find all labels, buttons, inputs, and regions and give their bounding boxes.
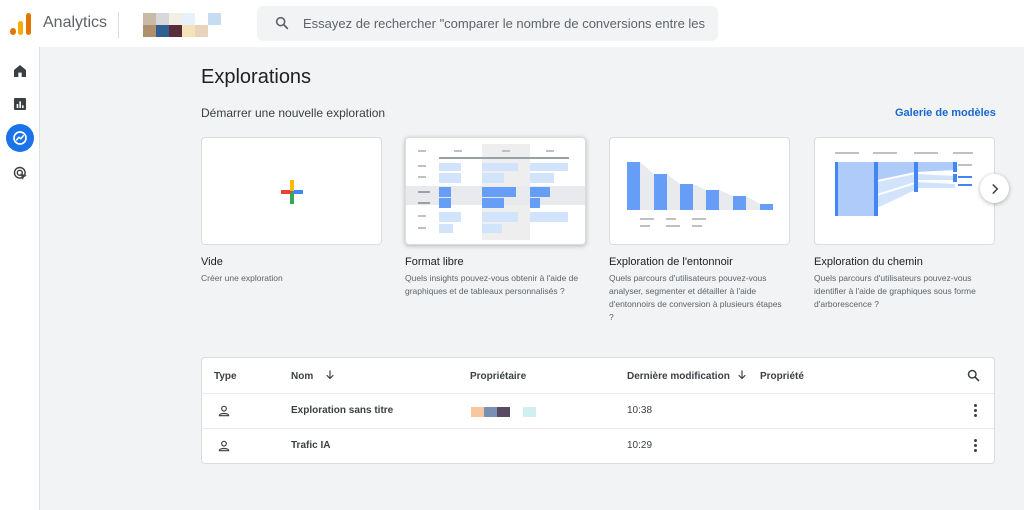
more-vert-icon[interactable]	[973, 439, 979, 453]
account-selector[interactable]	[143, 13, 225, 37]
template-title: Exploration de l'entonnoir	[609, 256, 733, 268]
search-input[interactable]: Essayez de rechercher "comparer le nombr…	[303, 16, 708, 31]
template-card-funnel[interactable]	[609, 137, 790, 245]
template-gallery-link[interactable]: Galerie de modèles	[895, 107, 996, 119]
template-title: Vide	[201, 256, 223, 268]
person-icon	[218, 440, 230, 452]
last-modified: 10:29	[627, 440, 653, 451]
advertising-icon	[13, 166, 27, 180]
exploration-name[interactable]: Trafic IA	[291, 440, 330, 451]
table-row[interactable]: Exploration sans titre 10:38	[202, 393, 994, 428]
carousel-next-button[interactable]	[980, 174, 1009, 203]
tree-graph-icon	[835, 152, 973, 216]
table-preview-icon	[406, 144, 585, 240]
template-card-free-form[interactable]	[405, 137, 586, 245]
column-header-property[interactable]: Propriété	[760, 371, 804, 382]
section-title: Démarrer une nouvelle exploration	[201, 106, 386, 120]
reports-icon	[14, 98, 26, 110]
nav-advertising-button[interactable]	[6, 159, 34, 187]
explore-icon	[13, 131, 27, 145]
explorations-table: Type Nom Propriétaire Dernière modificat…	[201, 357, 995, 464]
chevron-right-icon	[991, 183, 998, 194]
column-header-last-modified[interactable]: Dernière modification	[627, 371, 730, 382]
left-nav-rail	[0, 47, 40, 510]
sort-arrow-down-icon[interactable]	[324, 369, 336, 381]
person-icon	[218, 405, 230, 417]
last-modified: 10:38	[627, 405, 653, 416]
nav-home-button[interactable]	[6, 57, 34, 85]
home-icon	[14, 65, 26, 77]
template-description: Créer une exploration	[201, 273, 283, 283]
template-description: Quels insights pouvez-vous obtenir à l'a…	[405, 273, 579, 296]
template-card-blank[interactable]	[201, 137, 382, 245]
column-header-name[interactable]: Nom	[291, 371, 313, 382]
more-vert-icon[interactable]	[973, 404, 979, 418]
exploration-name[interactable]: Exploration sans titre	[291, 405, 393, 416]
template-title: Format libre	[405, 256, 464, 268]
column-header-type[interactable]: Type	[214, 371, 237, 382]
funnel-chart-icon	[627, 162, 773, 227]
app-name: Analytics	[43, 14, 108, 31]
nav-explore-button[interactable]	[6, 124, 34, 152]
plus-icon	[281, 180, 303, 204]
search-icon	[275, 16, 289, 30]
table-row[interactable]: Trafic IA 10:29	[202, 428, 994, 463]
search-bar[interactable]: Essayez de rechercher "comparer le nombr…	[257, 6, 718, 41]
top-bar: Analytics Essayez de rechercher "compare…	[0, 0, 1024, 47]
analytics-logo-icon[interactable]	[10, 13, 32, 35]
template-description: Quels parcours d'utilisateurs pouvez-vou…	[609, 273, 782, 322]
owner-avatar-redacted	[471, 407, 537, 417]
template-description: Quels parcours d'utilisateurs pouvez-vou…	[814, 273, 976, 309]
table-search-icon[interactable]	[966, 368, 981, 383]
sort-arrow-down-icon[interactable]	[736, 369, 748, 381]
divider	[118, 12, 119, 38]
nav-reports-button[interactable]	[6, 90, 34, 118]
template-card-path[interactable]	[814, 137, 995, 245]
page-title: Explorations	[201, 66, 312, 88]
template-title: Exploration du chemin	[814, 256, 923, 268]
column-header-owner[interactable]: Propriétaire	[470, 371, 526, 382]
